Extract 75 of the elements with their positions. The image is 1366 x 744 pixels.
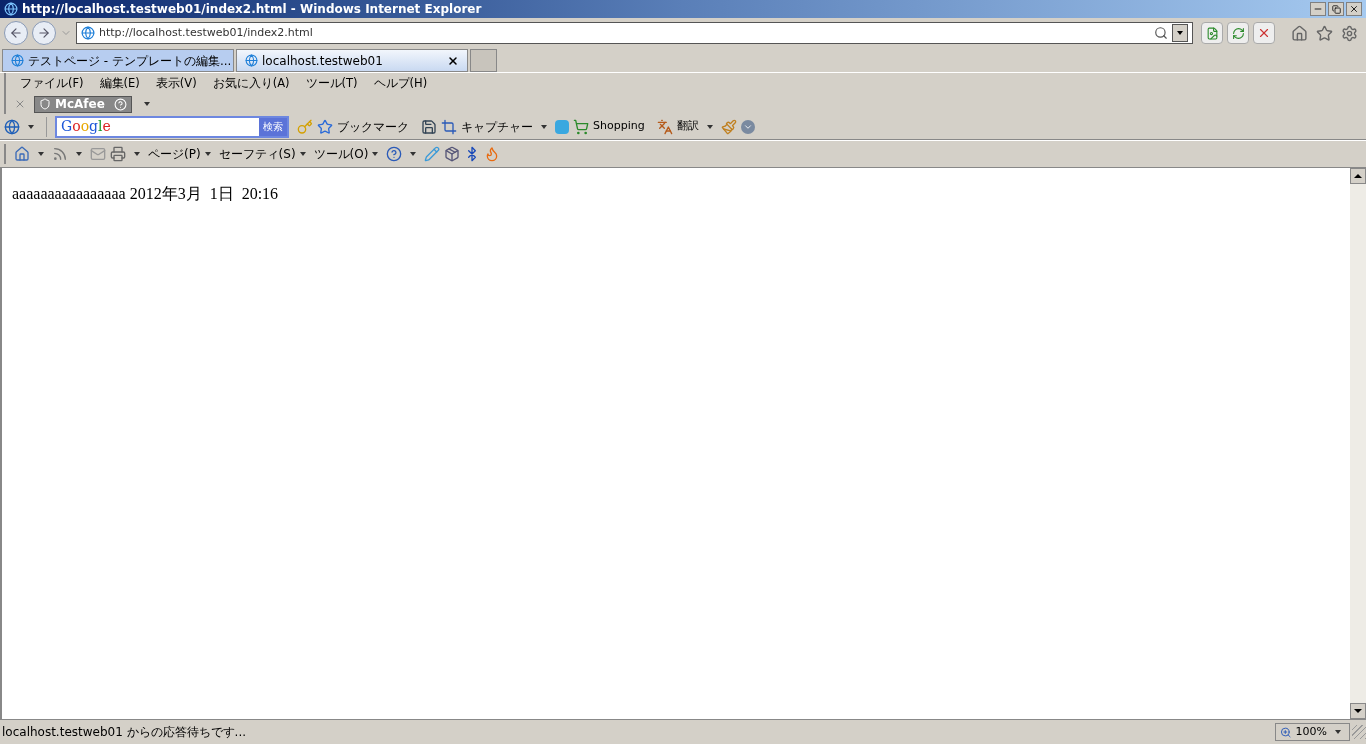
scrollbar[interactable] [1350, 168, 1366, 719]
menu-item[interactable]: 表示(V) [155, 74, 197, 93]
close-toolbar-icon[interactable] [14, 98, 26, 110]
printer-icon[interactable] [110, 146, 126, 162]
menu-item[interactable]: お気に入り(A) [212, 74, 290, 93]
browser-tab[interactable]: localhost.testweb01 [236, 49, 468, 72]
crop-icon[interactable] [441, 118, 457, 135]
scroll-up-icon[interactable] [1350, 168, 1366, 184]
caret-icon[interactable] [299, 152, 306, 156]
caret-icon[interactable] [1335, 730, 1341, 734]
tab-label: テストページ - テンプレートの編集... [28, 52, 232, 70]
shield-icon [39, 98, 51, 110]
resize-grip-icon[interactable] [1352, 725, 1366, 739]
help-icon[interactable] [386, 146, 403, 162]
page-text: aaaaaaaaaaaaaaaa 2012年3月 1日 20:16 [12, 185, 279, 202]
save-icon[interactable] [421, 118, 437, 135]
shopping-button[interactable]: Shopping [593, 118, 645, 135]
translate-button[interactable]: 翻訳 [676, 118, 699, 135]
url-text: http://localhost.testweb01/index2.html [99, 24, 314, 41]
settings-icon[interactable] [1341, 24, 1358, 42]
menu-item[interactable]: 編集(E) [99, 74, 140, 93]
capture-button[interactable]: キャプチャー [461, 117, 533, 136]
search-button[interactable]: 検索 [259, 117, 287, 136]
mcafee-button[interactable]: McAfee [34, 95, 132, 113]
forward-arrow-icon[interactable] [37, 26, 51, 40]
page-icon [81, 26, 95, 40]
bookmark-button[interactable]: ブックマーク [337, 117, 409, 136]
scroll-down-icon[interactable] [1350, 703, 1366, 719]
caret-icon[interactable] [541, 124, 547, 129]
page-icon [11, 54, 24, 67]
close-tab-icon[interactable] [447, 54, 459, 67]
home-icon[interactable] [14, 146, 30, 162]
google-search-field[interactable]: Google 検索 [55, 115, 289, 138]
caret-icon[interactable] [410, 152, 417, 156]
browser-tab[interactable]: テストページ - テンプレートの編集... [2, 49, 234, 72]
window-title: http://localhost.testweb01/index2.html - Windows Internet Explorer [22, 1, 483, 18]
zoom-icon [1280, 725, 1292, 739]
zoom-level: 100% [1295, 723, 1327, 740]
tab-label: localhost.testweb01 [262, 52, 384, 70]
broom-icon[interactable] [720, 118, 737, 135]
back-button[interactable] [4, 21, 28, 45]
caret-icon[interactable] [38, 152, 44, 156]
menu-item[interactable]: ヘルプ(H) [373, 74, 428, 93]
address-field[interactable]: http://localhost.testweb01/index2.html [76, 22, 1193, 44]
search-icon[interactable] [1154, 26, 1168, 40]
pen-icon[interactable] [424, 146, 441, 162]
browser-logo-icon [4, 2, 18, 16]
command-menu[interactable]: セーフティ(S) [218, 145, 296, 163]
menu-item[interactable]: ツール(T) [305, 74, 358, 93]
caret-icon[interactable] [134, 152, 140, 156]
more-icon[interactable] [740, 119, 755, 134]
feed-icon[interactable] [52, 146, 68, 162]
menu-item[interactable]: ファイル(F) [20, 74, 84, 93]
caret-icon[interactable] [76, 152, 82, 156]
home-icon[interactable] [1291, 24, 1308, 42]
translate-icon[interactable] [656, 118, 673, 135]
caret-icon[interactable] [144, 102, 150, 106]
favorites-icon[interactable] [1316, 24, 1333, 42]
command-menu[interactable]: ページ(P) [148, 145, 201, 163]
status-text: localhost.testweb01 からの応答待ちです... [1, 724, 248, 741]
cart-icon[interactable] [573, 118, 589, 135]
zoom-control[interactable]: 100% [1275, 723, 1350, 741]
command-menu[interactable]: ツール(O) [313, 145, 369, 163]
caret-icon[interactable] [706, 124, 713, 129]
browser-menu-icon[interactable] [4, 118, 20, 135]
caret-icon[interactable] [204, 152, 211, 156]
caret-icon[interactable] [28, 124, 34, 129]
caret-icon[interactable] [372, 152, 379, 156]
dropdown-icon[interactable] [1172, 24, 1188, 42]
new-tab-button[interactable] [470, 49, 497, 72]
mcafee-label: McAfee [55, 96, 106, 113]
star-icon[interactable] [317, 118, 333, 135]
back-arrow-icon[interactable] [9, 26, 23, 40]
page-icon [245, 54, 258, 67]
google-logo: Google [60, 117, 112, 136]
